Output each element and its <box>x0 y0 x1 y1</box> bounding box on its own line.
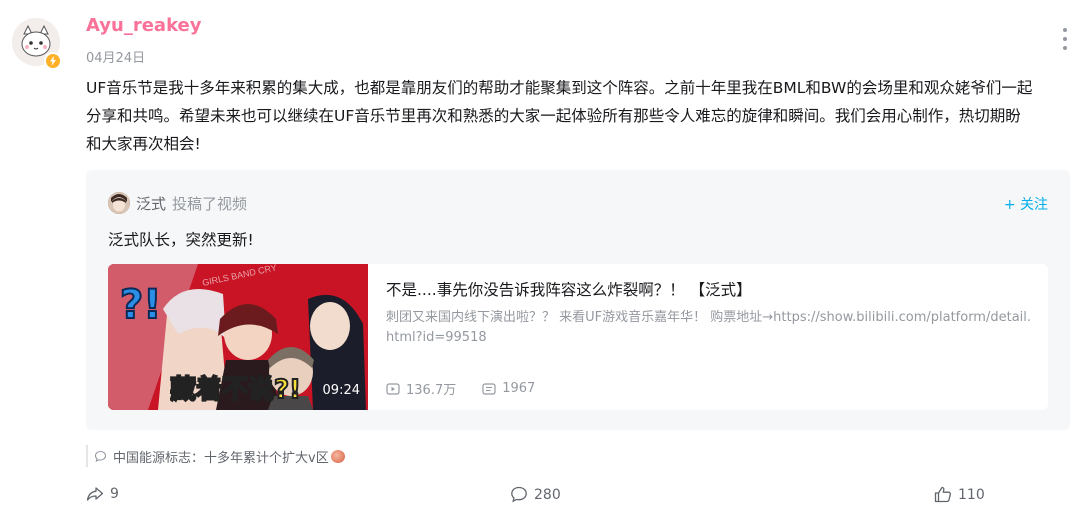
view-count-value: 136.7万 <box>406 383 457 398</box>
repost-author[interactable]: 泛式 <box>136 193 166 214</box>
like-icon <box>934 486 952 503</box>
comment-count: 280 <box>534 486 561 503</box>
comment-button[interactable]: 280 <box>510 486 561 503</box>
username[interactable]: Ayu_reakey <box>86 15 202 36</box>
like-count: 110 <box>958 486 985 503</box>
like-button[interactable]: 110 <box>934 486 985 503</box>
thumbnail-question-marks: ?! <box>120 281 162 328</box>
comment-preview[interactable]: 中国能源标志：十多年累计个扩大v区 <box>86 445 345 467</box>
repost-action-text: 投稿了视频 <box>172 194 248 213</box>
svg-text:藏着不说?!: 藏着不说?! <box>170 374 301 405</box>
post-date: 04月24日 <box>86 51 146 66</box>
danmaku-count: 1967 <box>482 381 535 396</box>
repost-card[interactable]: 泛式 投稿了视频 + 关注 泛式队长，突然更新! GIRLS BAND CRY <box>86 170 1070 430</box>
emoji-icon <box>330 449 345 463</box>
video-duration: 09:24 <box>322 383 360 398</box>
video-title[interactable]: 不是....事先你没告诉我阵容这么炸裂啊？！ 【泛式】 <box>386 278 752 300</box>
share-button[interactable]: 9 <box>86 486 119 502</box>
action-bar: 9 280 110 <box>86 486 1080 508</box>
comment-icon <box>511 486 527 503</box>
share-count: 9 <box>110 486 119 502</box>
comment-bubble-icon <box>94 450 107 462</box>
danmaku-icon <box>482 382 496 395</box>
repost-author-avatar[interactable] <box>108 192 130 214</box>
share-icon <box>86 487 104 501</box>
follow-button[interactable]: + 关注 <box>1004 194 1048 214</box>
video-description: 刺团又来国内线下演出啦？？ 来看UF游戏音乐嘉年华！ 购票地址→https://… <box>386 310 1032 345</box>
repost-text: 泛式队长，突然更新! <box>108 231 254 249</box>
video-stats: 136.7万 1967 <box>386 379 561 398</box>
lightning-badge-icon <box>44 52 62 70</box>
repost-header: 泛式 投稿了视频 <box>108 192 247 214</box>
video-thumbnail[interactable]: GIRLS BAND CRY ?! 藏着不说?! 09:24 <box>108 264 368 410</box>
view-count: 136.7万 <box>386 379 456 398</box>
svg-text:?!: ?! <box>120 282 161 328</box>
comment-preview-text: 中国能源标志：十多年累计个扩大v区 <box>113 450 329 466</box>
video-card[interactable]: GIRLS BAND CRY ?! 藏着不说?! 09:24 不是....事先你… <box>108 264 1048 410</box>
danmaku-count-value: 1967 <box>502 381 536 396</box>
more-icon[interactable] <box>1062 28 1068 50</box>
post-text: UF音乐节是我十多年来积累的集大成，也都是靠朋友们的帮助才能聚集到这个阵容。之前… <box>86 79 1033 153</box>
play-icon <box>386 382 400 395</box>
